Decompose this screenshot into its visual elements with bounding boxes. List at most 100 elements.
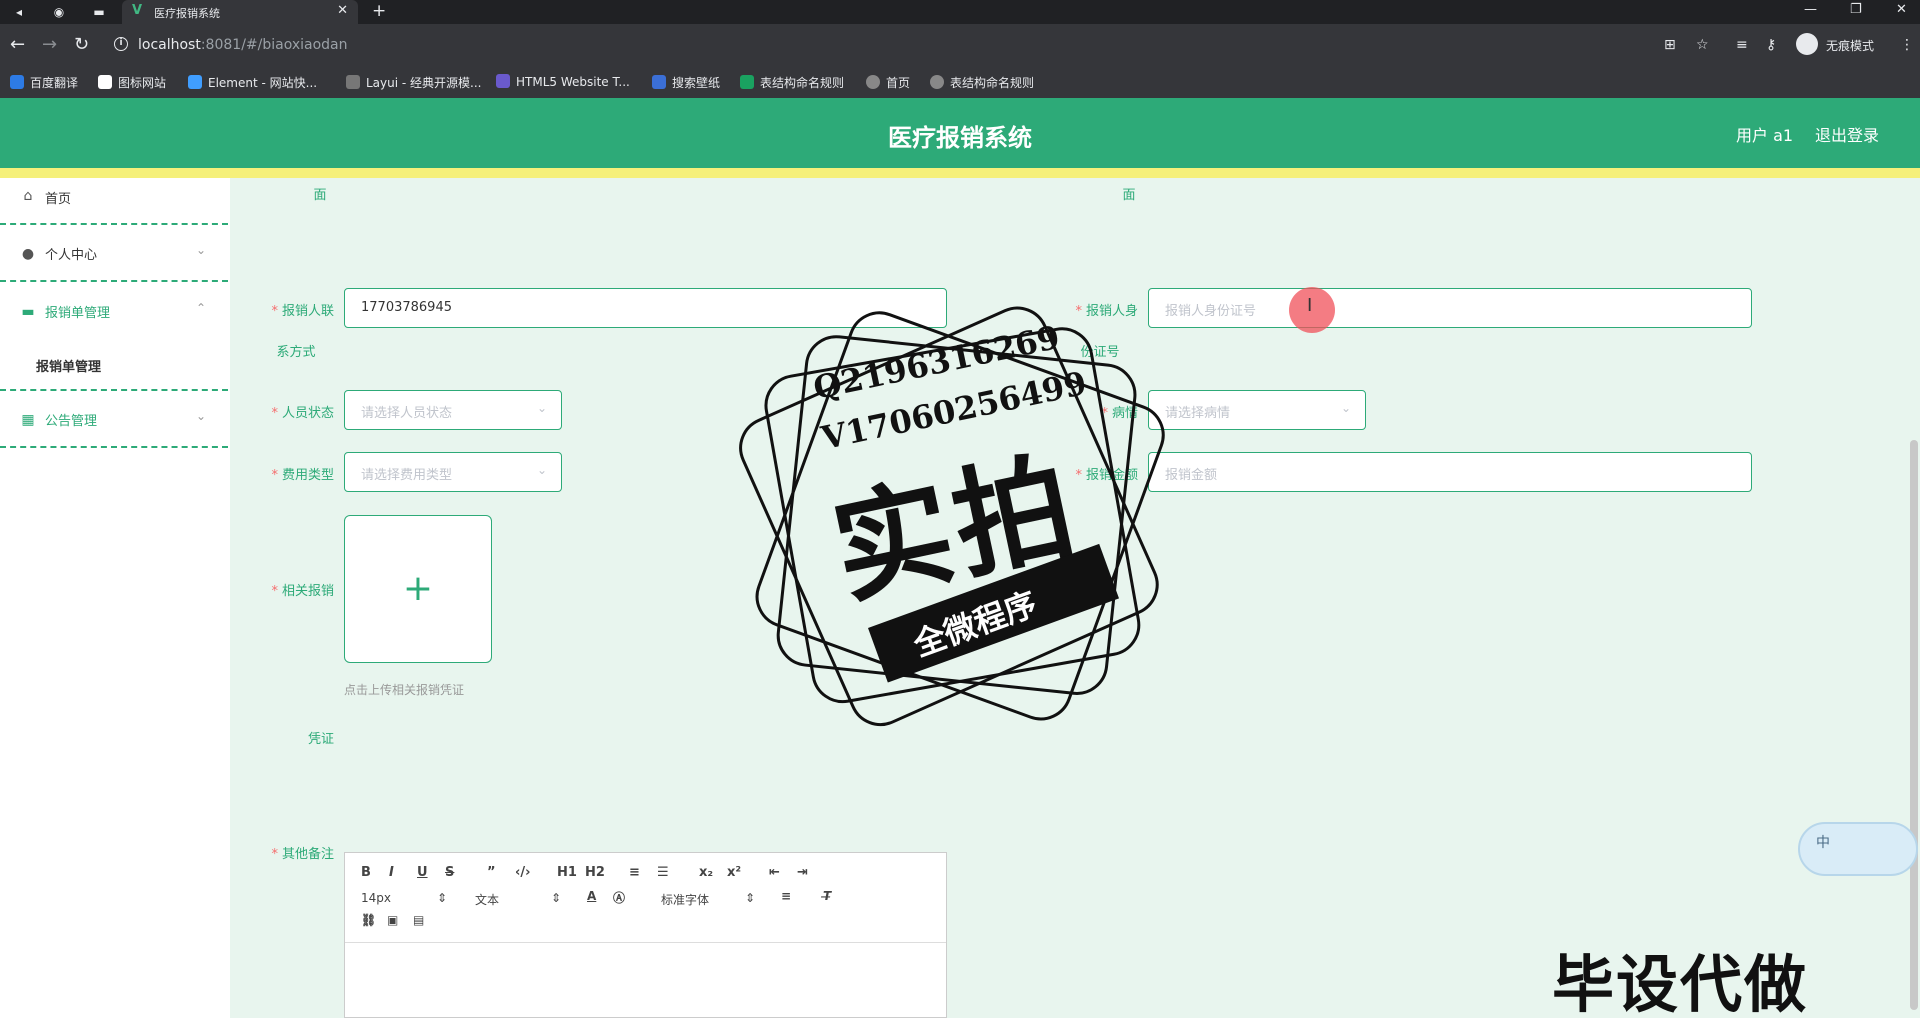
- font-color-icon[interactable]: A: [587, 889, 596, 903]
- chevron-down-icon: ⌄: [536, 463, 547, 477]
- bullet-list-button[interactable]: ☰: [657, 865, 669, 880]
- translate-icon[interactable]: ⊞: [1664, 37, 1676, 53]
- close-tab-icon[interactable]: ✕: [337, 3, 348, 18]
- tab-title: 医疗报销系统: [154, 7, 220, 20]
- scroll-thumb[interactable]: [1910, 440, 1918, 1010]
- indent-button[interactable]: ⇥: [797, 865, 808, 880]
- bookmark-item[interactable]: 表结构命名规则: [930, 74, 1034, 92]
- italic-button[interactable]: I: [389, 865, 394, 880]
- site-info-icon[interactable]: i: [114, 37, 128, 51]
- bookmark-item[interactable]: 搜索壁纸: [652, 74, 720, 92]
- ime-widget[interactable]: 中: [1798, 822, 1918, 876]
- status-select[interactable]: 请选择人员状态 ⌄: [344, 390, 562, 430]
- superscript-button[interactable]: x²: [727, 865, 741, 880]
- bookmark-item[interactable]: Layui - 经典开源模...: [346, 74, 481, 92]
- url-text: localhost:8081/#/biaoxiaodan: [138, 37, 348, 53]
- menu-divider: [0, 389, 228, 391]
- header-accent-strip: [0, 168, 1920, 178]
- subscript-button[interactable]: x₂: [699, 865, 713, 880]
- sidebar: ⌂ 首页 ● 个人中心 ⌄ ▬ 报销单管理 ⌃ 报销单管理 ▦ 公告管理 ⌄: [0, 178, 230, 1018]
- fee-type-select[interactable]: 请选择费用类型 ⌄: [344, 452, 562, 492]
- phone-label: * 报销人联: [271, 304, 334, 319]
- voucher-label: * 相关报销: [271, 584, 334, 599]
- idcard-input[interactable]: 报销人身份证号: [1148, 288, 1752, 328]
- remark-label: * 其他备注: [271, 847, 334, 862]
- text-type-select[interactable]: 文本: [475, 891, 499, 908]
- window-icon[interactable]: ▬: [90, 4, 108, 20]
- home-icon: ⌂: [23, 188, 33, 204]
- bookmark-item[interactable]: 百度翻译: [10, 74, 78, 92]
- blockquote-button[interactable]: ”: [487, 865, 496, 880]
- ordered-list-button[interactable]: ≡: [629, 865, 640, 880]
- field-label-fragment: 面: [1122, 188, 1136, 203]
- key-icon[interactable]: ⚷: [1766, 37, 1776, 53]
- align-icon[interactable]: ≡: [781, 889, 791, 903]
- incognito-profile[interactable]: 无痕模式: [1796, 33, 1900, 57]
- bookmark-item[interactable]: 图标网站: [98, 74, 166, 92]
- bookmark-item[interactable]: Element - 网站快...: [188, 74, 317, 92]
- h2-button[interactable]: H2: [585, 865, 605, 880]
- globe-icon[interactable]: ◉: [50, 4, 68, 20]
- code-button[interactable]: ‹/›: [515, 865, 530, 880]
- upload-tip: 点击上传相关报销凭证: [344, 683, 465, 697]
- watermark-corner-text: 毕设代做: [1552, 948, 1809, 1018]
- forward-icon[interactable]: →: [42, 34, 57, 55]
- star-icon[interactable]: ☆: [1696, 37, 1709, 53]
- new-tab-icon[interactable]: +: [372, 1, 386, 21]
- clear-format-icon[interactable]: T̶: [823, 889, 831, 903]
- restore-icon[interactable]: ❐: [1850, 2, 1862, 17]
- chevron-updown-icon: ⇕: [745, 891, 756, 905]
- editor-toolbar: B I U S ” ‹/› H1 H2 ≡ ☰ x₂ x² ⇤ ⇥ 14px ⇕…: [345, 853, 946, 943]
- app-header: 医疗报销系统 用户 a1 退出登录: [0, 98, 1920, 168]
- font-size-select[interactable]: 14px: [361, 891, 391, 905]
- h1-button[interactable]: H1: [557, 865, 577, 880]
- menu-divider: [0, 446, 228, 448]
- page-scrollbar[interactable]: [1906, 178, 1920, 1018]
- close-window-icon[interactable]: ✕: [1896, 2, 1907, 17]
- bold-button[interactable]: B: [361, 865, 371, 880]
- sidebar-item-reimbursement[interactable]: ▬ 报销单管理 ⌃: [0, 284, 230, 340]
- fee-type-label: * 费用类型: [271, 468, 334, 483]
- voucher-label-cont: 凭证: [307, 732, 334, 747]
- address-bar: ← → ↻ i localhost:8081/#/biaoxiaodan ⊞ ☆…: [0, 24, 1920, 66]
- sidebar-item-personal-center[interactable]: ● 个人中心 ⌄: [0, 226, 230, 282]
- chevron-updown-icon: ⇕: [437, 891, 448, 905]
- sidebar-subitem-reimbursement[interactable]: 报销单管理: [36, 356, 101, 375]
- url-field[interactable]: i localhost:8081/#/biaoxiaodan: [104, 31, 1644, 59]
- underline-button[interactable]: U: [417, 865, 428, 880]
- app-title: 医疗报销系统: [888, 124, 1032, 152]
- bookmark-item[interactable]: 首页: [866, 74, 910, 92]
- vue-favicon-icon: V: [132, 3, 143, 18]
- chevron-down-icon: ⌄: [1340, 401, 1351, 415]
- outdent-button[interactable]: ⇤: [769, 865, 780, 880]
- status-label: * 人员状态: [271, 406, 334, 421]
- menu-divider: [0, 280, 228, 282]
- link-icon[interactable]: ⛓: [361, 913, 376, 927]
- menu-divider: [0, 223, 228, 225]
- font-family-select[interactable]: 标准字体: [661, 891, 709, 908]
- mute-icon[interactable]: ◂: [10, 4, 28, 20]
- reading-list-icon[interactable]: ≡: [1736, 37, 1748, 53]
- image-icon[interactable]: ▣: [387, 913, 398, 927]
- browser-tab[interactable]: V 医疗报销系统 ✕: [122, 0, 358, 24]
- bookmark-item[interactable]: 表结构命名规则: [740, 74, 844, 92]
- briefcase-icon: ▬: [21, 304, 35, 320]
- strike-button[interactable]: S: [445, 865, 454, 880]
- bookmark-item[interactable]: HTML5 Website T...: [496, 74, 630, 92]
- video-icon[interactable]: ▤: [413, 913, 424, 927]
- voucher-upload[interactable]: +: [344, 515, 492, 663]
- back-icon[interactable]: ←: [10, 34, 25, 55]
- chevron-updown-icon: ⇕: [551, 891, 562, 905]
- plus-icon: +: [402, 568, 434, 609]
- amount-input[interactable]: 报销金额: [1148, 452, 1752, 492]
- minimize-icon[interactable]: —: [1804, 2, 1817, 17]
- background-color-icon[interactable]: Ⓐ: [613, 889, 625, 906]
- logout-link[interactable]: 退出登录: [1815, 122, 1879, 146]
- user-icon: ●: [21, 246, 35, 262]
- sidebar-item-notice[interactable]: ▦ 公告管理 ⌄: [0, 392, 230, 448]
- phone-label-cont: 系方式: [276, 345, 316, 360]
- remark-editor[interactable]: B I U S ” ‹/› H1 H2 ≡ ☰ x₂ x² ⇤ ⇥ 14px ⇕…: [344, 852, 947, 1018]
- reload-icon[interactable]: ↻: [74, 34, 89, 55]
- more-menu-icon[interactable]: ⋮: [1900, 37, 1914, 53]
- browser-tab-bar: ◂ ◉ ▬ V 医疗报销系统 ✕ + — ❐ ✕: [0, 0, 1920, 24]
